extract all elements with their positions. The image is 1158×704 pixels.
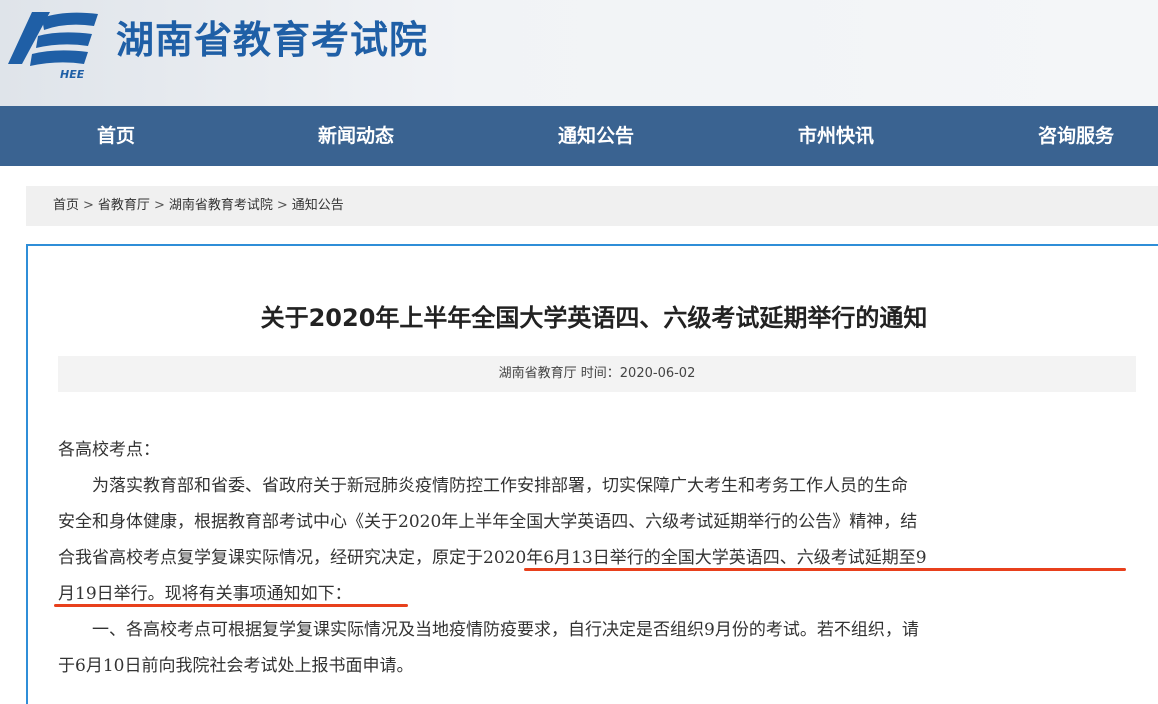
nav-item-consult[interactable]: 咨询服务 — [1016, 106, 1136, 166]
article-salutation: 各高校考点： — [58, 440, 160, 460]
breadcrumb-separator: > — [83, 198, 94, 213]
breadcrumb-item-home[interactable]: 首页 — [53, 198, 79, 213]
article-line: 为落实教育部和省委、省政府关于新冠肺炎疫情防控工作安排部署，切实保障广大考生和考… — [58, 476, 908, 496]
site-header: HEE 湖南省教育考试院 — [0, 0, 1158, 106]
breadcrumb-separator: > — [153, 198, 165, 213]
nav-item-city-news[interactable]: 市州快讯 — [776, 106, 896, 166]
highlight-underline — [54, 604, 408, 607]
main-nav: 首页 新闻动态 通知公告 市州快讯 咨询服务 — [0, 106, 1158, 166]
highlight-underline — [524, 568, 1126, 571]
breadcrumb-item-notices[interactable]: 通知公告 — [292, 198, 344, 213]
logo-text: HEE — [60, 68, 85, 81]
nav-item-home[interactable]: 首页 — [56, 106, 176, 166]
article-line: 安全和身体健康，根据教育部考试中心《关于2020年上半年全国大学英语四、六级考试… — [58, 512, 918, 532]
site-title: 湖南省教育考试院 — [116, 18, 429, 62]
breadcrumb-separator: > — [276, 198, 288, 213]
article-line: 一、各高校考点可根据复学复课实际情况及当地疫情防疫要求，自行决定是否组织9月份的… — [58, 620, 919, 640]
breadcrumb: 首页 > 省教育厅 > 湖南省教育考试院 > 通知公告 — [26, 186, 1158, 226]
article-meta: 湖南省教育厅 时间：2020-06-02 — [58, 356, 1136, 392]
breadcrumb-item-edu-dept[interactable]: 省教育厅 — [98, 198, 150, 213]
nav-item-notices[interactable]: 通知公告 — [536, 106, 656, 166]
hee-logo[interactable]: HEE — [2, 4, 104, 102]
article-line: 于6月10日前向我院社会考试处上报书面申请。 — [58, 656, 414, 676]
nav-item-news[interactable]: 新闻动态 — [296, 106, 416, 166]
breadcrumb-item-exam-institute[interactable]: 湖南省教育考试院 — [169, 198, 273, 213]
article-title: 关于2020年上半年全国大学英语四、六级考试延期举行的通知 — [260, 304, 928, 332]
article-container: 关于2020年上半年全国大学英语四、六级考试延期举行的通知 湖南省教育厅 时间：… — [26, 244, 1158, 704]
